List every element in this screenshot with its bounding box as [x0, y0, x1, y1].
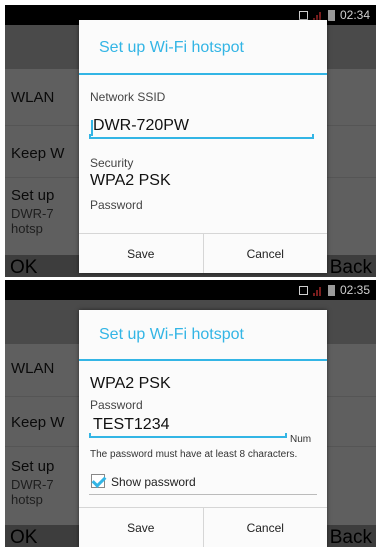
field-tick [285, 433, 287, 438]
field-underline [89, 137, 314, 139]
ssid-field[interactable]: DWR-720PW [89, 117, 314, 139]
setup-hotspot-subtitle: DWR-7 [11, 477, 54, 492]
signal-icon [312, 10, 323, 21]
password-label: Password [90, 398, 143, 412]
security-select[interactable]: WPA2 PSK [90, 172, 171, 190]
password-hint: The password must have at least 8 charac… [90, 449, 298, 460]
back-button[interactable]: Back [330, 527, 372, 547]
setup-hotspot-setting: Set up [11, 187, 55, 204]
title-divider [79, 359, 327, 361]
divider [89, 494, 317, 495]
show-password-checkbox[interactable] [91, 474, 105, 488]
field-tick [312, 134, 314, 139]
screen-bottom: 02:35 WLAN Keep W Set up DWR-7 hotsp OK … [5, 280, 376, 547]
hotspot-dialog: Set up Wi-Fi hotspot WPA2 PSK Password T… [79, 310, 327, 547]
security-select[interactable]: WPA2 PSK [90, 375, 171, 393]
ssid-label: Network SSID [90, 90, 166, 104]
battery-icon [327, 284, 335, 296]
field-tick [89, 433, 91, 438]
status-bar: 02:35 [5, 280, 376, 300]
setup-hotspot-setting: Set up [11, 458, 55, 475]
wlan-setting: WLAN [11, 89, 55, 106]
wlan-setting: WLAN [11, 360, 55, 377]
setup-hotspot-subtitle: DWR-7 [11, 206, 54, 221]
dialog-title: Set up Wi-Fi hotspot [99, 326, 244, 343]
hotspot-dialog: Set up Wi-Fi hotspot Network SSID DWR-72… [79, 20, 327, 273]
screen-top: 02:34 WLAN Keep W Set up DWR-7 hotsp OK … [5, 5, 376, 277]
dialog-buttons: Save Cancel [79, 233, 327, 273]
title-divider [79, 73, 327, 75]
back-button[interactable]: Back [330, 257, 372, 277]
password-value: TEST1234 [93, 416, 170, 433]
save-button[interactable]: Save [79, 508, 203, 547]
keep-wifi-setting: Keep W [11, 145, 65, 162]
keyboard-mode-label: Num [290, 434, 312, 445]
keep-wifi-setting: Keep W [11, 414, 65, 431]
sd-card-icon [298, 285, 308, 295]
password-label: Password [90, 198, 143, 212]
signal-icon [312, 285, 323, 296]
ok-button[interactable]: OK [10, 257, 37, 277]
show-password-label[interactable]: Show password [111, 475, 196, 489]
dialog-title: Set up Wi-Fi hotspot [99, 39, 244, 56]
field-underline [89, 436, 287, 438]
status-time: 02:34 [339, 8, 370, 22]
security-label: Security [90, 156, 134, 170]
setup-hotspot-subtitle: hotsp [11, 492, 43, 507]
ok-button[interactable]: OK [10, 527, 37, 547]
ssid-value: DWR-720PW [93, 117, 190, 134]
cancel-button[interactable]: Cancel [202, 508, 328, 547]
setup-hotspot-subtitle: hotsp [11, 221, 43, 236]
status-time: 02:35 [339, 283, 370, 297]
password-field[interactable]: TEST1234 [89, 416, 287, 438]
dialog-buttons: Save Cancel [79, 507, 327, 547]
sd-card-icon [298, 10, 308, 20]
battery-icon [327, 9, 335, 21]
field-tick [89, 134, 91, 139]
cancel-button[interactable]: Cancel [202, 234, 328, 273]
save-button[interactable]: Save [79, 234, 203, 273]
